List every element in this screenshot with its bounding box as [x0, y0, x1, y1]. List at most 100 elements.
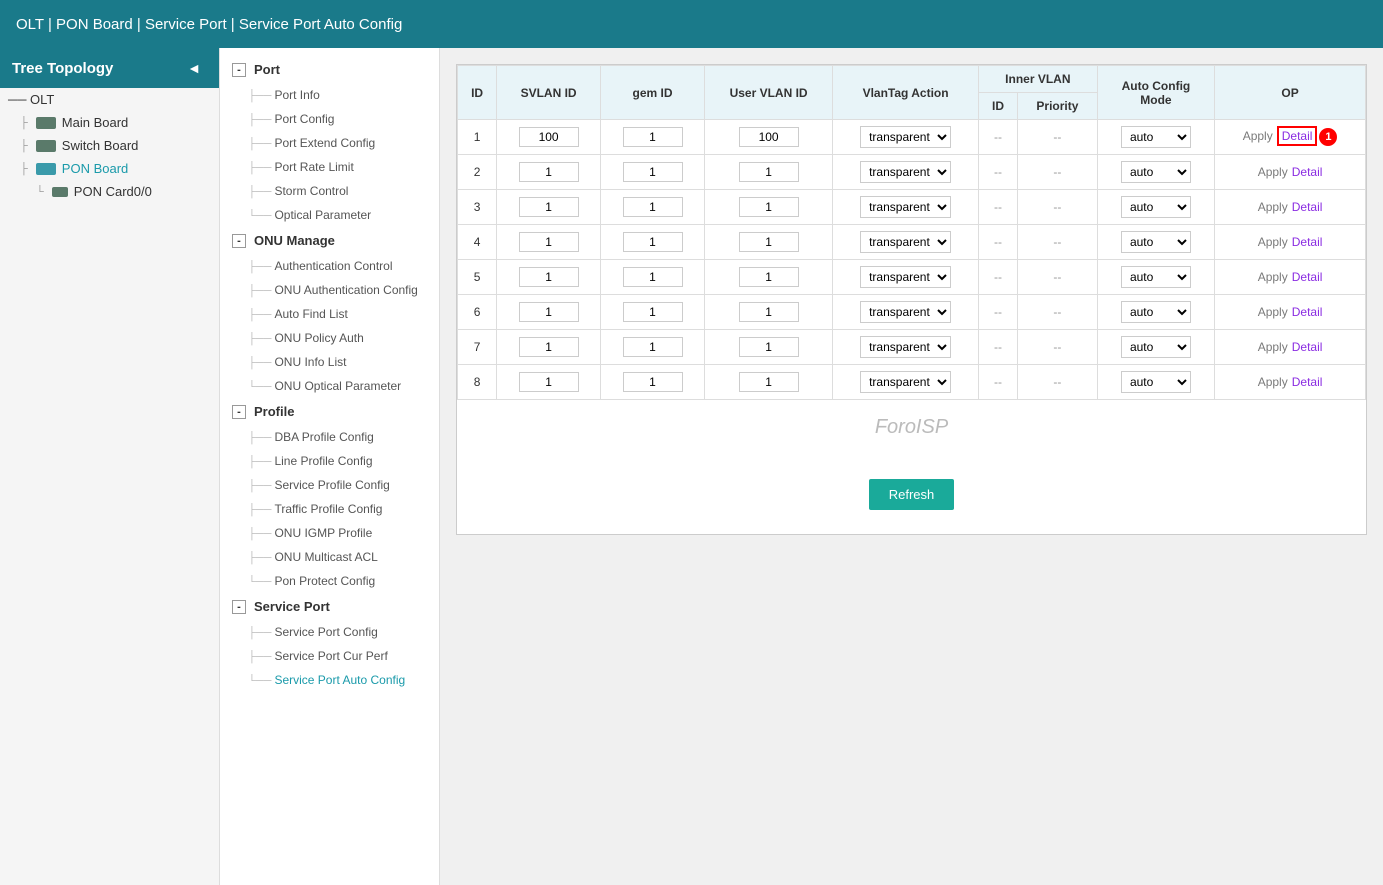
cell-gem-1[interactable] [601, 120, 705, 155]
nav-item-service-profile[interactable]: Service Profile Config [220, 473, 439, 497]
nav-item-service-port-auto-config[interactable]: Service Port Auto Config [220, 668, 439, 692]
cell-uservlan-2[interactable] [704, 155, 832, 190]
input-svlan-4[interactable] [519, 232, 579, 252]
input-svlan-3[interactable] [519, 197, 579, 217]
cell-gem-3[interactable] [601, 190, 705, 225]
apply-link-1[interactable]: Apply [1243, 129, 1273, 143]
detail-link-3[interactable]: Detail [1292, 200, 1323, 214]
select-mode-7[interactable]: automanual [1121, 336, 1191, 358]
tree-item-switch-board[interactable]: ├ Switch Board [0, 134, 219, 157]
tree-item-main-board[interactable]: ├ Main Board [0, 111, 219, 134]
select-vlantag-6[interactable]: transparenttranslateadddelete [860, 301, 951, 323]
cell-gem-4[interactable] [601, 225, 705, 260]
nav-item-port-rate-limit[interactable]: Port Rate Limit [220, 155, 439, 179]
apply-link-3[interactable]: Apply [1258, 200, 1288, 214]
nav-item-storm-control[interactable]: Storm Control [220, 179, 439, 203]
nav-item-onu-auth-config[interactable]: ONU Authentication Config [220, 278, 439, 302]
cell-mode-7[interactable]: automanual [1097, 330, 1214, 365]
nav-item-service-port-cur-perf[interactable]: Service Port Cur Perf [220, 644, 439, 668]
select-mode-2[interactable]: automanual [1121, 161, 1191, 183]
nav-item-onu-multicast-acl[interactable]: ONU Multicast ACL [220, 545, 439, 569]
cell-vlantag-2[interactable]: transparenttranslateadddelete [833, 155, 979, 190]
apply-link-5[interactable]: Apply [1258, 270, 1288, 284]
select-mode-4[interactable]: automanual [1121, 231, 1191, 253]
input-gem-4[interactable] [623, 232, 683, 252]
detail-link-8[interactable]: Detail [1292, 375, 1323, 389]
nav-item-port-info[interactable]: Port Info [220, 83, 439, 107]
input-uservlan-6[interactable] [739, 302, 799, 322]
cell-vlantag-6[interactable]: transparenttranslateadddelete [833, 295, 979, 330]
cell-uservlan-4[interactable] [704, 225, 832, 260]
cell-vlantag-3[interactable]: transparenttranslateadddelete [833, 190, 979, 225]
input-uservlan-7[interactable] [739, 337, 799, 357]
cell-mode-4[interactable]: automanual [1097, 225, 1214, 260]
cell-mode-8[interactable]: automanual [1097, 365, 1214, 400]
cell-uservlan-6[interactable] [704, 295, 832, 330]
select-mode-3[interactable]: automanual [1121, 196, 1191, 218]
select-vlantag-1[interactable]: transparenttranslateadddelete [860, 126, 951, 148]
cell-mode-1[interactable]: automanual [1097, 120, 1214, 155]
nav-item-pon-protect[interactable]: Pon Protect Config [220, 569, 439, 593]
port-section-toggle[interactable]: - [232, 63, 246, 77]
input-svlan-2[interactable] [519, 162, 579, 182]
input-gem-2[interactable] [623, 162, 683, 182]
nav-item-service-port-config[interactable]: Service Port Config [220, 620, 439, 644]
cell-svlan-6[interactable] [497, 295, 601, 330]
cell-vlantag-5[interactable]: transparenttranslateadddelete [833, 260, 979, 295]
nav-item-line-profile[interactable]: Line Profile Config [220, 449, 439, 473]
apply-link-2[interactable]: Apply [1258, 165, 1288, 179]
detail-link-6[interactable]: Detail [1292, 305, 1323, 319]
select-mode-5[interactable]: automanual [1121, 266, 1191, 288]
select-vlantag-7[interactable]: transparenttranslateadddelete [860, 336, 951, 358]
cell-vlantag-8[interactable]: transparenttranslateadddelete [833, 365, 979, 400]
select-vlantag-5[interactable]: transparenttranslateadddelete [860, 266, 951, 288]
select-vlantag-8[interactable]: transparenttranslateadddelete [860, 371, 951, 393]
input-gem-8[interactable] [623, 372, 683, 392]
cell-vlantag-7[interactable]: transparenttranslateadddelete [833, 330, 979, 365]
cell-uservlan-7[interactable] [704, 330, 832, 365]
apply-link-8[interactable]: Apply [1258, 375, 1288, 389]
nav-item-auto-find-list[interactable]: Auto Find List [220, 302, 439, 326]
nav-item-dba-profile[interactable]: DBA Profile Config [220, 425, 439, 449]
select-mode-6[interactable]: automanual [1121, 301, 1191, 323]
input-gem-3[interactable] [623, 197, 683, 217]
tree-item-olt[interactable]: ── OLT [0, 88, 219, 111]
cell-gem-2[interactable] [601, 155, 705, 190]
cell-gem-7[interactable] [601, 330, 705, 365]
sidebar-collapse-button[interactable]: ◄ [181, 58, 207, 78]
select-mode-8[interactable]: automanual [1121, 371, 1191, 393]
cell-mode-6[interactable]: automanual [1097, 295, 1214, 330]
nav-item-traffic-profile[interactable]: Traffic Profile Config [220, 497, 439, 521]
input-svlan-5[interactable] [519, 267, 579, 287]
apply-link-4[interactable]: Apply [1258, 235, 1288, 249]
input-uservlan-1[interactable] [739, 127, 799, 147]
detail-link-1[interactable]: Detail [1277, 126, 1318, 146]
cell-mode-2[interactable]: automanual [1097, 155, 1214, 190]
cell-mode-5[interactable]: automanual [1097, 260, 1214, 295]
cell-uservlan-8[interactable] [704, 365, 832, 400]
input-uservlan-8[interactable] [739, 372, 799, 392]
cell-svlan-5[interactable] [497, 260, 601, 295]
detail-link-5[interactable]: Detail [1292, 270, 1323, 284]
cell-gem-8[interactable] [601, 365, 705, 400]
cell-svlan-3[interactable] [497, 190, 601, 225]
input-gem-1[interactable] [623, 127, 683, 147]
cell-gem-5[interactable] [601, 260, 705, 295]
refresh-button[interactable]: Refresh [869, 479, 955, 510]
cell-svlan-2[interactable] [497, 155, 601, 190]
tree-item-pon-board[interactable]: ├ PON Board [0, 157, 219, 180]
input-uservlan-2[interactable] [739, 162, 799, 182]
cell-uservlan-5[interactable] [704, 260, 832, 295]
detail-link-7[interactable]: Detail [1292, 340, 1323, 354]
nav-item-onu-igmp-profile[interactable]: ONU IGMP Profile [220, 521, 439, 545]
select-vlantag-4[interactable]: transparenttranslateadddelete [860, 231, 951, 253]
input-gem-5[interactable] [623, 267, 683, 287]
cell-gem-6[interactable] [601, 295, 705, 330]
cell-svlan-4[interactable] [497, 225, 601, 260]
input-uservlan-3[interactable] [739, 197, 799, 217]
cell-uservlan-3[interactable] [704, 190, 832, 225]
input-svlan-1[interactable] [519, 127, 579, 147]
cell-uservlan-1[interactable] [704, 120, 832, 155]
input-uservlan-4[interactable] [739, 232, 799, 252]
select-mode-1[interactable]: automanual [1121, 126, 1191, 148]
